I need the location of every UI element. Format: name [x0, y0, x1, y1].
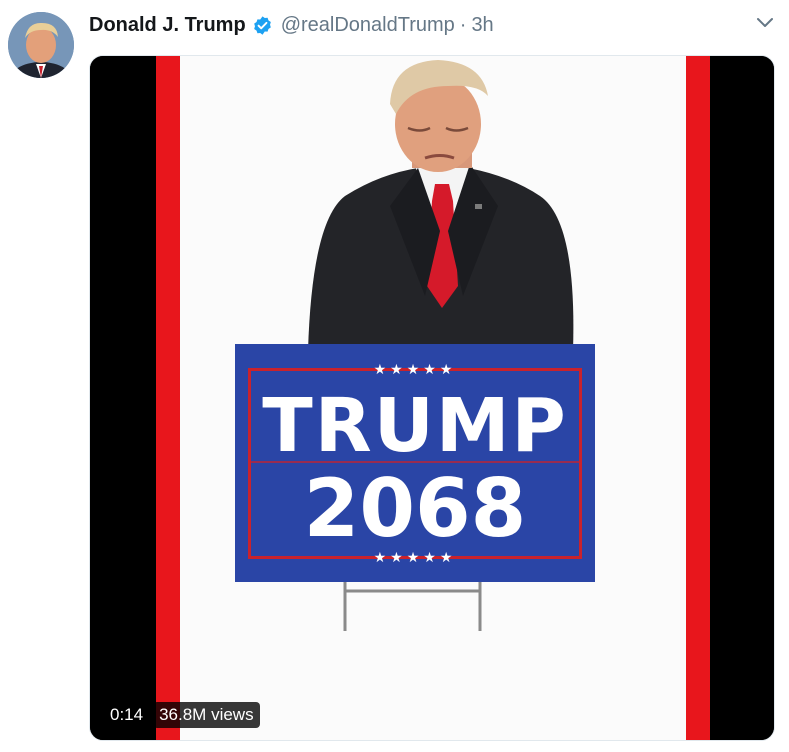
sign-line-2: 2068 [304, 462, 527, 555]
sign-stars-bottom: ★★★★★ [374, 550, 457, 566]
video-player[interactable]: ★★★★★ TRUMP 2068 ★★★★★ 0:14 36.8M views [89, 55, 775, 741]
video-views: 36.8M views [153, 702, 260, 728]
avatar[interactable] [8, 12, 74, 78]
video-duration: 0:14 [104, 702, 150, 728]
separator-dot: · [459, 13, 467, 36]
timestamp[interactable]: 3h [471, 14, 493, 37]
display-name[interactable]: Donald J. Trump [89, 14, 246, 37]
sign-line-1: TRUMP [262, 383, 567, 469]
tweet-header: Donald J. Trump @realDonaldTrump · 3h [89, 12, 494, 38]
video-frame: ★★★★★ TRUMP 2068 ★★★★★ [90, 56, 774, 740]
video-overlay: 0:14 36.8M views [104, 702, 260, 728]
handle[interactable]: @realDonaldTrump [281, 14, 455, 37]
chevron-down-icon[interactable] [752, 12, 778, 34]
right-red-stripe [686, 56, 710, 740]
sign-stars-top: ★★★★★ [374, 362, 457, 378]
verified-badge-icon [252, 15, 273, 36]
left-red-stripe [156, 56, 180, 740]
